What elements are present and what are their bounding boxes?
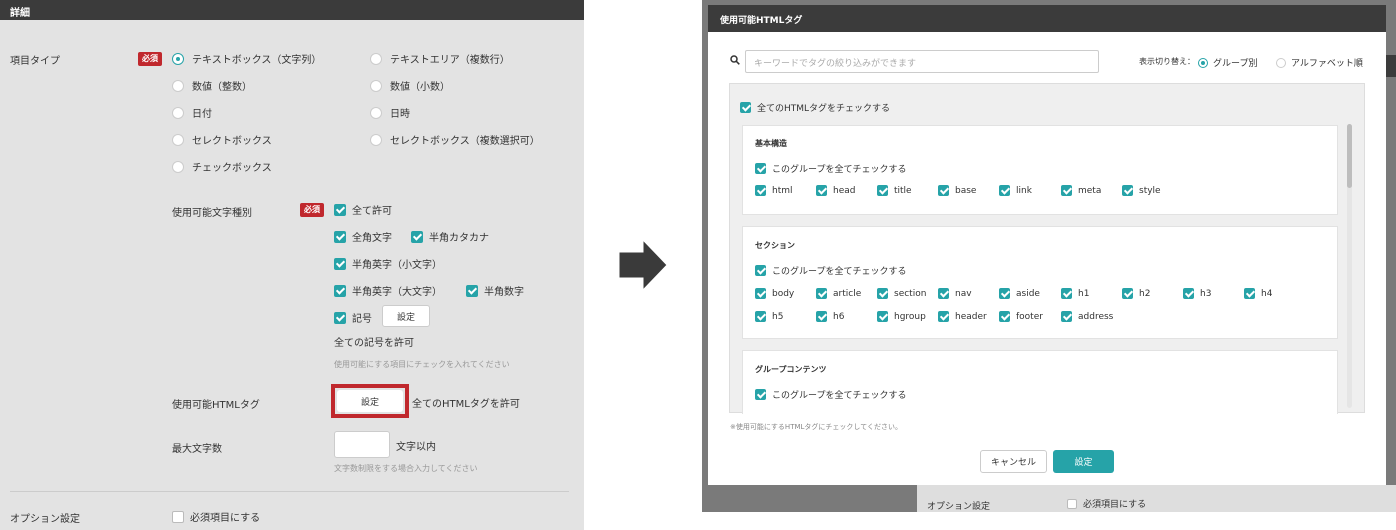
item-type-label: 項目タイプ [10, 56, 60, 67]
group-title: グループコンテンツ [755, 365, 827, 374]
group-sections: セクション このグループを全てチェックする body article secti… [742, 226, 1338, 339]
view-toggle-label: 表示切り替え： [1139, 57, 1195, 66]
tag-check[interactable]: header [938, 311, 987, 322]
html-tags-label: 使用可能HTMLタグ [172, 400, 260, 411]
check-required-item[interactable]: 必須項目にする [172, 509, 260, 524]
char-types-hint: 使用可能にする項目にチェックを入れてください [334, 360, 510, 369]
tag-check[interactable]: hgroup [877, 311, 926, 322]
background-option-row: オプション設定 必須項目にする [917, 485, 1396, 512]
max-chars-label: 最大文字数 [172, 444, 222, 455]
radio-textbox[interactable]: テキストボックス（文字列） [172, 51, 321, 66]
check-symbols[interactable]: 記号 [334, 310, 372, 325]
max-chars-hint: 文字数制限をする場合入力してください [334, 464, 478, 473]
option-label: オプション設定 [10, 514, 80, 525]
check-group[interactable]: このグループを全てチェックする [755, 388, 906, 401]
check-lowercase[interactable]: 半角英字（小文字） [334, 256, 442, 271]
tag-check[interactable]: meta [1061, 185, 1101, 196]
radio-view-group[interactable]: グループ別 [1198, 56, 1257, 69]
search-icon [730, 55, 740, 65]
scrollbar[interactable] [1347, 124, 1352, 408]
check-group[interactable]: このグループを全てチェックする [755, 162, 906, 175]
html-tags-status: 全てのHTMLタグを許可 [412, 399, 520, 410]
tag-check[interactable]: h3 [1183, 288, 1211, 299]
group-basic-structure: 基本構造 このグループを全てチェックする html head title bas… [742, 125, 1338, 215]
radio-datetime[interactable]: 日時 [370, 105, 410, 120]
radio-textarea[interactable]: テキストエリア（複数行） [370, 51, 510, 66]
html-tags-settings-button[interactable]: 設定 [337, 390, 403, 412]
required-badge: 必須 [300, 203, 324, 217]
dialog-title: 使用可能HTMLタグ [708, 5, 1386, 32]
tag-check[interactable]: h1 [1061, 288, 1089, 299]
required-badge: 必須 [138, 52, 162, 66]
check-digits[interactable]: 半角数字 [466, 283, 524, 298]
modal-overlay: オプション設定 必須項目にする 使用可能HTMLタグ キーワードでタグの絞り込み… [702, 0, 1396, 512]
tag-check[interactable]: h6 [816, 311, 844, 322]
radio-decimal[interactable]: 数値（小数） [370, 78, 450, 93]
tag-check[interactable]: address [1061, 311, 1113, 322]
tag-check[interactable]: link [999, 185, 1032, 196]
check-zenkaku[interactable]: 全角文字 [334, 229, 392, 244]
max-chars-input[interactable] [334, 431, 390, 458]
arrow-right-icon [618, 238, 668, 292]
tag-check[interactable]: section [877, 288, 926, 299]
tag-check[interactable]: body [755, 288, 794, 299]
tag-check[interactable]: article [816, 288, 861, 299]
radio-date[interactable]: 日付 [172, 105, 212, 120]
check-all-tags[interactable]: 全てのHTMLタグをチェックする [740, 101, 890, 114]
radio-select[interactable]: セレクトボックス [172, 132, 272, 147]
group-title: セクション [755, 241, 795, 250]
ok-button[interactable]: 設定 [1053, 450, 1114, 473]
check-all-chars[interactable]: 全て許可 [334, 202, 392, 217]
tag-check[interactable]: base [938, 185, 976, 196]
tag-check[interactable]: h2 [1122, 288, 1150, 299]
detail-panel: 詳細 項目タイプ 必須 テキストボックス（文字列） テキストエリア（複数行） 数… [0, 0, 584, 530]
tag-check[interactable]: head [816, 185, 855, 196]
char-types-label: 使用可能文字種別 [172, 208, 252, 219]
max-chars-suffix: 文字以内 [396, 442, 436, 453]
tag-check[interactable]: style [1122, 185, 1161, 196]
group-title: 基本構造 [755, 139, 787, 148]
tag-search-input[interactable]: キーワードでタグの絞り込みができます [745, 50, 1099, 73]
group-grouping-content: グループコンテンツ このグループを全てチェックする [742, 350, 1338, 414]
radio-multiselect[interactable]: セレクトボックス（複数選択可） [370, 132, 540, 147]
tag-check[interactable]: html [755, 185, 793, 196]
html-tags-dialog: 使用可能HTMLタグ キーワードでタグの絞り込みができます 表示切り替え： グル… [708, 5, 1386, 485]
cancel-button[interactable]: キャンセル [980, 450, 1047, 473]
symbols-settings-button[interactable]: 設定 [382, 305, 430, 327]
symbols-status: 全ての記号を許可 [334, 338, 414, 349]
check-uppercase[interactable]: 半角英字（大文字） [334, 283, 442, 298]
scrollbar-thumb[interactable] [1347, 124, 1352, 188]
tag-check[interactable]: aside [999, 288, 1040, 299]
tag-check[interactable]: nav [938, 288, 972, 299]
tag-check[interactable]: title [877, 185, 912, 196]
tag-check[interactable]: footer [999, 311, 1043, 322]
radio-integer[interactable]: 数値（整数） [172, 78, 252, 93]
panel-header: 詳細 [0, 0, 584, 20]
check-hankaku-kana[interactable]: 半角カタカナ [411, 229, 489, 244]
dialog-note: ※使用可能にするHTMLタグにチェックしてください。 [730, 423, 902, 431]
check-group[interactable]: このグループを全てチェックする [755, 264, 906, 277]
tag-check[interactable]: h5 [755, 311, 783, 322]
divider [10, 491, 569, 492]
radio-view-alpha[interactable]: アルファベット順 [1276, 56, 1363, 69]
tag-check[interactable]: h4 [1244, 288, 1272, 299]
tags-list-area: 全てのHTMLタグをチェックする 基本構造 このグループを全てチェックする ht… [729, 83, 1365, 414]
radio-checkbox[interactable]: チェックボックス [172, 159, 272, 174]
